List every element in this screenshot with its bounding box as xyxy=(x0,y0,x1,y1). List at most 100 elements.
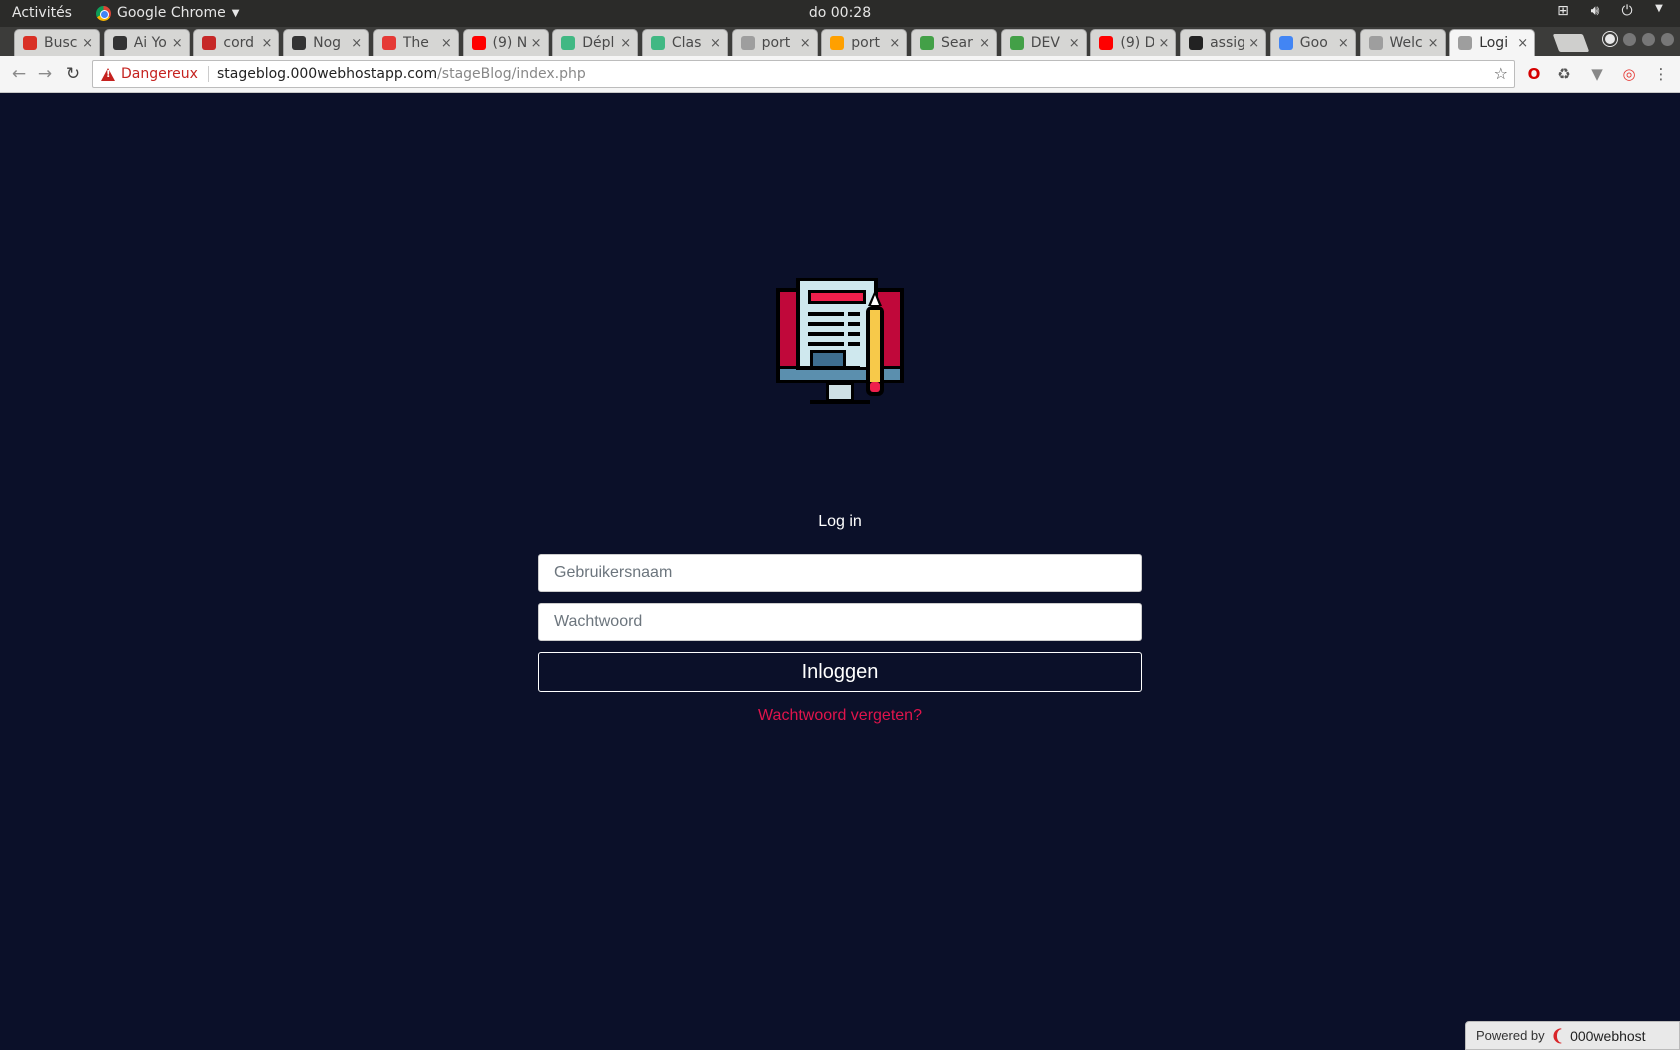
network-icon[interactable]: ⊞ xyxy=(1554,3,1572,19)
vue-devtools-extension-icon[interactable]: ▼ xyxy=(1588,65,1606,83)
blog-monitor-pencil-icon xyxy=(776,278,904,404)
tab-close-icon[interactable]: × xyxy=(261,36,272,51)
tab-title: Logi xyxy=(1479,35,1509,51)
username-input[interactable] xyxy=(538,554,1142,592)
warning-icon[interactable] xyxy=(101,67,115,81)
browser-tab[interactable]: port × xyxy=(821,29,908,56)
browser-tab[interactable]: cord × xyxy=(193,29,280,56)
browser-tab[interactable]: Sear × xyxy=(911,29,997,56)
tab-close-icon[interactable]: × xyxy=(889,36,900,51)
system-tray[interactable]: ⊞ 🔊︎ ⏻ ▼ xyxy=(1554,3,1668,19)
password-input[interactable] xyxy=(538,603,1142,641)
tab-close-icon[interactable]: × xyxy=(800,36,811,51)
maximize-button[interactable] xyxy=(1642,32,1655,46)
tab-close-icon[interactable]: × xyxy=(1248,36,1259,51)
app-menu[interactable]: Google Chrome ▼ xyxy=(96,5,239,21)
tab-favicon-icon xyxy=(650,36,665,50)
recycle-extension-icon[interactable]: ♻ xyxy=(1555,65,1573,83)
tab-favicon-icon xyxy=(1458,36,1473,50)
tab-close-icon[interactable]: × xyxy=(351,36,362,51)
tab-favicon-icon xyxy=(561,36,576,50)
tab-favicon-icon xyxy=(1099,36,1114,50)
browser-tab[interactable]: Busc × xyxy=(14,29,100,56)
tab-close-icon[interactable]: × xyxy=(710,36,721,51)
browser-tab[interactable]: DEV × xyxy=(1000,29,1087,56)
tab-favicon-icon xyxy=(920,36,934,50)
tab-favicon-icon xyxy=(1368,36,1383,50)
tab-close-icon[interactable]: × xyxy=(172,36,183,51)
close-window-button[interactable] xyxy=(1661,32,1674,46)
reload-icon[interactable]: ↻ xyxy=(62,63,84,85)
browser-tab[interactable]: Nog × xyxy=(283,29,370,56)
tab-close-icon[interactable]: × xyxy=(441,36,452,51)
chrome-menu-icon[interactable]: ⋮ xyxy=(1652,65,1670,83)
tab-title: assig xyxy=(1210,35,1245,51)
tab-close-icon[interactable]: × xyxy=(1338,36,1349,51)
tab-close-icon[interactable]: × xyxy=(82,36,93,51)
tab-favicon-icon xyxy=(1278,36,1293,50)
tab-favicon-icon xyxy=(23,36,37,50)
tab-close-icon[interactable]: × xyxy=(1158,36,1169,51)
browser-tab[interactable]: Logi × xyxy=(1449,29,1536,56)
tab-close-icon[interactable]: × xyxy=(979,36,990,51)
tab-title: Clas xyxy=(671,35,702,51)
clock[interactable]: do 00:28 xyxy=(0,5,1680,21)
app-name: Google Chrome xyxy=(117,5,226,21)
browser-tab[interactable]: Welc × xyxy=(1359,29,1446,56)
bookmark-star-icon[interactable]: ☆ xyxy=(1494,64,1508,83)
tab-close-icon[interactable]: × xyxy=(1517,36,1528,51)
user-profile-icon[interactable] xyxy=(1602,31,1618,47)
browser-tab[interactable]: Ai Yo × xyxy=(103,29,190,56)
browser-tab[interactable]: The × xyxy=(372,29,459,56)
new-tab-button[interactable] xyxy=(1552,34,1590,52)
tab-favicon-icon xyxy=(381,36,396,50)
forgot-password-link[interactable]: Wachtwoord vergeten? xyxy=(0,707,1680,725)
window-controls xyxy=(1602,31,1674,47)
minimize-button[interactable] xyxy=(1623,32,1636,46)
tab-favicon-icon xyxy=(830,36,845,50)
volume-icon[interactable]: 🔊︎ xyxy=(1586,3,1604,19)
page-content: Log in Inloggen Wachtwoord vergeten? Pow… xyxy=(0,93,1680,1050)
tab-favicon-icon xyxy=(292,36,307,50)
tab-strip: Busc × Ai Yo × cord × Nog × The × (9) N × Dépl × Clas ×… xyxy=(0,27,1680,56)
browser-tab[interactable]: Clas × xyxy=(641,29,728,56)
tab-title: cord xyxy=(223,35,255,51)
url-host: stageblog.000webhostapp.com xyxy=(216,66,438,82)
chrome-icon xyxy=(96,5,111,21)
opera-extension-icon[interactable]: O xyxy=(1525,65,1543,83)
browser-tab[interactable]: port × xyxy=(731,29,818,56)
tab-favicon-icon xyxy=(1189,36,1204,50)
power-icon[interactable]: ⏻ xyxy=(1618,3,1636,19)
tab-title: Dépl xyxy=(582,35,615,51)
address-bar[interactable]: Dangereux stageblog.000webhostapp.com /s… xyxy=(92,60,1515,88)
tab-favicon-icon xyxy=(471,36,486,50)
browser-toolbar: ← → ↻ Dangereux stageblog.000webhostapp.… xyxy=(0,56,1680,93)
color-extension-icon[interactable]: ◎ xyxy=(1620,65,1638,83)
security-label[interactable]: Dangereux xyxy=(121,66,198,82)
browser-tab[interactable]: (9) D × xyxy=(1090,29,1177,56)
tab-close-icon[interactable]: × xyxy=(1069,36,1080,51)
powered-by-badge[interactable]: Powered by ❨ 000webhost xyxy=(1465,1021,1680,1050)
login-heading: Log in xyxy=(818,513,862,530)
activities-button[interactable]: Activités xyxy=(12,5,72,21)
tab-title: (9) N xyxy=(492,35,527,51)
tab-title: Nog xyxy=(313,35,342,51)
back-arrow-icon[interactable]: ← xyxy=(8,63,30,85)
tab-close-icon[interactable]: × xyxy=(1428,36,1439,51)
forward-arrow-icon[interactable]: → xyxy=(34,63,56,85)
tab-title: Ai Yo xyxy=(133,35,167,51)
chevron-down-icon[interactable]: ▼ xyxy=(1650,3,1668,19)
browser-tab[interactable]: assig × xyxy=(1180,29,1267,56)
login-button[interactable]: Inloggen xyxy=(538,652,1142,692)
tab-title: port xyxy=(851,35,880,51)
tab-close-icon[interactable]: × xyxy=(620,36,631,51)
browser-tab[interactable]: Dépl × xyxy=(552,29,639,56)
tab-title: (9) D xyxy=(1120,35,1155,51)
system-top-bar: Activités Google Chrome ▼ do 00:28 ⊞ 🔊︎ … xyxy=(0,0,1680,27)
browser-tab[interactable]: Goo × xyxy=(1269,29,1356,56)
tab-close-icon[interactable]: × xyxy=(531,36,542,51)
powered-by-label: Powered by xyxy=(1476,1028,1545,1043)
brand-name: 000webhost xyxy=(1570,1027,1646,1044)
tab-title: The xyxy=(402,35,429,51)
browser-tab[interactable]: (9) N × xyxy=(462,29,549,56)
